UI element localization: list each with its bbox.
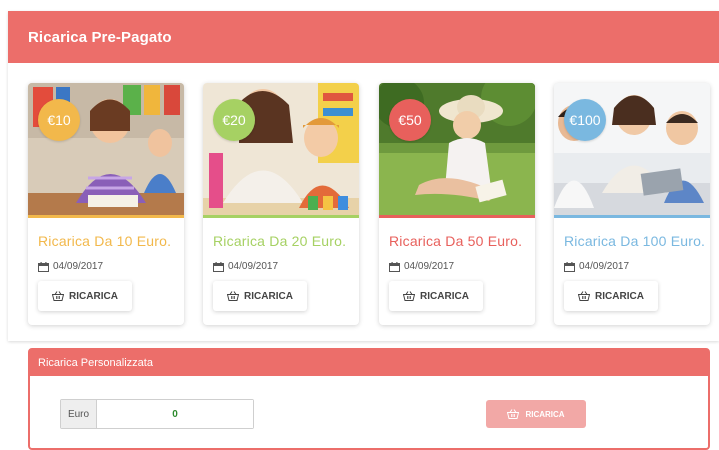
recharge-button-label: RICARICA xyxy=(69,290,118,302)
price-badge: €20 xyxy=(213,99,255,141)
calendar-icon xyxy=(564,261,575,272)
custom-recharge-title: Ricarica Personalizzata xyxy=(38,357,153,369)
card-image: €100 xyxy=(554,83,710,218)
price-badge: €50 xyxy=(389,99,431,141)
recharge-button-label: RICARICA xyxy=(244,290,293,302)
prepaid-panel: Ricarica Pre-Pagato €10 Ricarica Da 10 E… xyxy=(8,11,719,341)
card-title: Ricarica Da 100 Euro. xyxy=(564,233,706,249)
basket-icon xyxy=(577,291,591,301)
custom-recharge-button-label: RICARICA xyxy=(525,409,565,419)
custom-recharge-header: Ricarica Personalizzata xyxy=(30,350,708,376)
recharge-card-10: €10 Ricarica Da 10 Euro. 04/09/2017 RICA… xyxy=(28,83,184,325)
panel-title: Ricarica Pre-Pagato xyxy=(28,28,172,46)
card-date-text: 04/09/2017 xyxy=(53,261,104,272)
card-title: Ricarica Da 10 Euro. xyxy=(38,233,172,249)
card-date: 04/09/2017 xyxy=(389,261,454,272)
amount-input[interactable] xyxy=(97,400,253,428)
card-date: 04/09/2017 xyxy=(564,261,629,272)
price-badge: €10 xyxy=(38,99,80,141)
custom-recharge-button[interactable]: RICARICA xyxy=(486,400,586,428)
recharge-button[interactable]: RICARICA xyxy=(564,281,658,311)
recharge-card-20: €20 Ricarica Da 20 Euro. 04/09/2017 RICA… xyxy=(203,83,359,325)
recharge-button[interactable]: RICARICA xyxy=(213,281,307,311)
card-date: 04/09/2017 xyxy=(213,261,278,272)
basket-icon xyxy=(507,409,520,419)
recharge-button-label: RICARICA xyxy=(420,290,469,302)
basket-icon xyxy=(402,291,416,301)
custom-recharge-panel: Ricarica Personalizzata Euro RICARICA xyxy=(28,348,710,450)
recharge-button[interactable]: RICARICA xyxy=(38,281,132,311)
recharge-card-50: €50 Ricarica Da 50 Euro. 04/09/2017 RICA… xyxy=(379,83,535,325)
calendar-icon xyxy=(389,261,400,272)
card-image: €50 xyxy=(379,83,535,218)
card-title: Ricarica Da 20 Euro. xyxy=(213,233,347,249)
card-image: €10 xyxy=(28,83,184,218)
recharge-button-label: RICARICA xyxy=(595,290,644,302)
card-date: 04/09/2017 xyxy=(38,261,103,272)
panel-header: Ricarica Pre-Pagato xyxy=(8,11,719,63)
recharge-card-100: €100 Ricarica Da 100 Euro. 04/09/2017 RI… xyxy=(554,83,710,325)
euro-label: Euro xyxy=(61,400,97,428)
euro-input-group: Euro xyxy=(60,399,254,429)
card-date-text: 04/09/2017 xyxy=(404,261,455,272)
calendar-icon xyxy=(38,261,49,272)
calendar-icon xyxy=(213,261,224,272)
basket-icon xyxy=(226,291,240,301)
price-badge: €100 xyxy=(564,99,606,141)
card-title: Ricarica Da 50 Euro. xyxy=(389,233,523,249)
card-image: €20 xyxy=(203,83,359,218)
basket-icon xyxy=(51,291,65,301)
card-date-text: 04/09/2017 xyxy=(579,261,630,272)
card-date-text: 04/09/2017 xyxy=(228,261,279,272)
recharge-button[interactable]: RICARICA xyxy=(389,281,483,311)
